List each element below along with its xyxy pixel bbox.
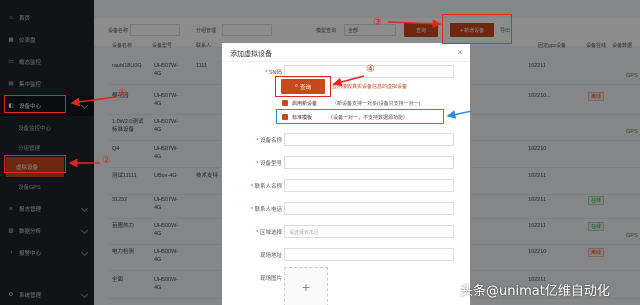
watermark: 头条@unimat亿维自动化	[460, 284, 610, 299]
field-label-phone: * 联系人电话	[250, 207, 282, 213]
modal-title: 添加虚拟设备	[230, 51, 272, 58]
enable-checkbox[interactable]	[282, 100, 288, 106]
annotation-box-query	[275, 76, 331, 97]
field-label-name: * 设备名称	[256, 138, 282, 144]
address-field[interactable]	[284, 248, 454, 261]
field-label-address: 现场地址	[259, 253, 282, 259]
annotation-number-1: ①	[118, 88, 127, 99]
annotation-number-2: ②	[102, 155, 111, 166]
sn-query-hint: 显示接收真实设备信息的虚拟设备	[332, 84, 408, 90]
field-label-image: 现场图片	[259, 276, 282, 282]
divider	[222, 61, 470, 62]
contact-phone-field[interactable]	[284, 202, 454, 215]
device-name-field[interactable]	[284, 133, 454, 146]
sn-label: * SN码	[265, 70, 282, 76]
field-label-contact: * 联系人名称	[250, 184, 282, 190]
annotation-box-template	[276, 109, 444, 124]
add-virtual-device-modal: 添加虚拟设备 × * SN码 ⌕ 查询 显示接收真实设备信息的虚拟设备 启用新设…	[222, 43, 470, 305]
contact-name-field[interactable]	[284, 179, 454, 192]
annotation-box-device-center	[4, 95, 66, 113]
device-model-field[interactable]	[284, 156, 454, 169]
close-icon[interactable]: ×	[457, 48, 462, 57]
annotation-number-4: ④	[366, 64, 375, 75]
enable-label: 启用新设备	[292, 101, 318, 107]
field-label-model: * 设备型号	[256, 161, 282, 167]
region-select[interactable]: 请选择省市区	[284, 225, 454, 238]
enable-note: （新设备支持一对多(设备只支持一对一)	[332, 101, 421, 107]
field-label-region: * 区域选择	[256, 230, 282, 236]
image-upload[interactable]: +	[284, 267, 328, 305]
annotation-box-add-button	[442, 14, 512, 44]
annotation-number-3: ③	[373, 17, 382, 28]
annotation-box-virtual-device	[4, 155, 66, 173]
